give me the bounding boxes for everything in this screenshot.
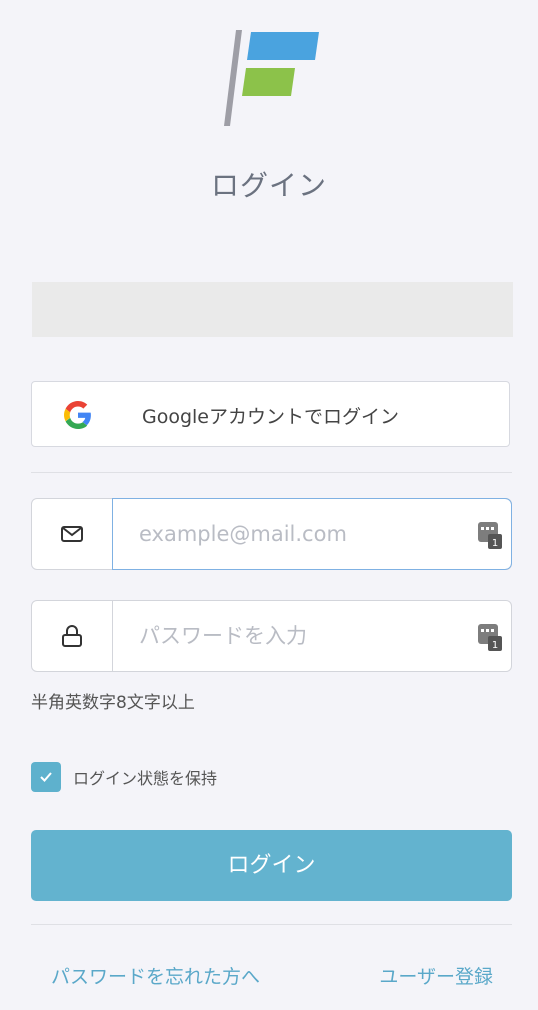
password-icon-box <box>32 601 113 671</box>
divider <box>31 472 512 473</box>
envelope-icon <box>61 526 83 542</box>
password-field: 1 <box>31 600 512 672</box>
brand-logo <box>224 30 319 126</box>
email-field: 1 <box>31 498 512 570</box>
google-login-button[interactable]: Googleアカウントでログイン <box>31 381 510 447</box>
google-login-label: Googleアカウントでログイン <box>141 406 399 428</box>
remember-label[interactable]: ログイン状態を保持 <box>73 765 217 789</box>
lock-icon <box>62 625 82 647</box>
divider <box>31 924 512 925</box>
email-icon-box <box>32 499 113 569</box>
svg-text:1: 1 <box>492 538 498 549</box>
email-input[interactable] <box>113 499 511 569</box>
login-button[interactable]: ログイン <box>31 830 512 901</box>
page-title: ログイン <box>210 169 327 202</box>
forgot-password-link[interactable]: パスワードを忘れた方へ <box>51 962 260 989</box>
password-hint: 半角英数字8文字以上 <box>31 693 195 713</box>
banner-placeholder <box>32 282 513 337</box>
svg-text:1: 1 <box>492 640 498 651</box>
password-input[interactable] <box>113 601 511 671</box>
password-manager-icon[interactable]: 1 <box>477 622 503 652</box>
remember-checkbox[interactable] <box>31 762 61 792</box>
password-manager-icon[interactable]: 1 <box>477 520 503 550</box>
register-link[interactable]: ユーザー登録 <box>379 962 493 989</box>
checkmark-icon <box>40 772 52 782</box>
